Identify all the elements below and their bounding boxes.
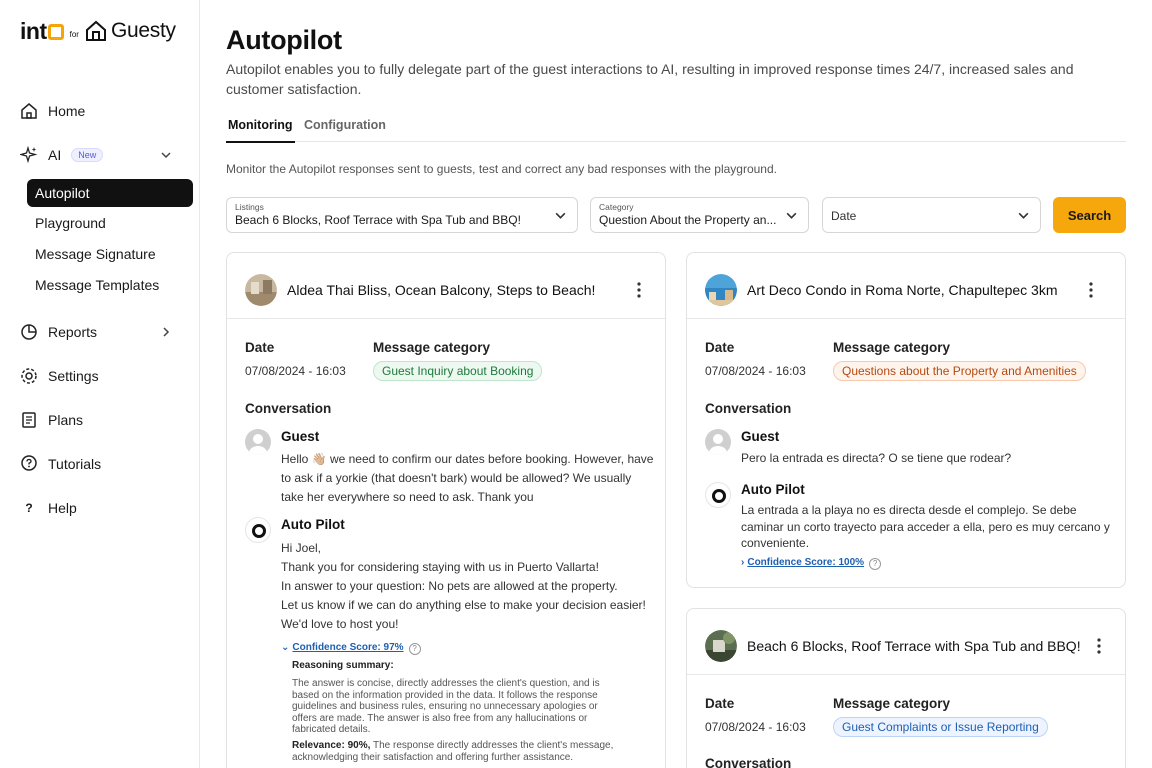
message-category-label: Message category xyxy=(373,340,491,355)
sidebar-item-autopilot[interactable]: Autopilot xyxy=(27,179,193,207)
category-badge: Guest Inquiry about Booking xyxy=(373,361,543,381)
more-options-icon[interactable] xyxy=(1089,282,1093,298)
chevron-down-icon xyxy=(786,212,797,219)
gear-icon xyxy=(21,368,37,384)
date-value: 07/08/2024 - 16:03 xyxy=(705,364,806,378)
more-options-icon[interactable] xyxy=(1097,638,1101,654)
sparkles-icon xyxy=(20,146,38,164)
nav-help[interactable]: ? Help xyxy=(20,496,76,520)
confidence-score-toggle[interactable]: › Confidence Score: 100%? xyxy=(741,557,882,570)
guest-message: Hello 👋🏼 we need to confirm our dates be… xyxy=(281,452,654,504)
nav-ai[interactable]: AI New xyxy=(20,143,104,167)
date-label: Date xyxy=(245,340,275,355)
autopilot-sender: Auto Pilot xyxy=(281,517,345,532)
listing-title[interactable]: Aldea Thai Bliss, Ocean Balcony, Steps t… xyxy=(287,282,595,298)
chevron-down-icon xyxy=(555,212,566,219)
nav-plans[interactable]: Plans xyxy=(20,408,83,432)
conversation-label: Conversation xyxy=(245,401,332,416)
sidebar: int for Guesty Home AI New Autopilot Pla… xyxy=(0,0,200,768)
guesty-house-icon xyxy=(85,20,106,41)
guest-avatar-icon xyxy=(245,429,271,455)
nav-reports[interactable]: Reports xyxy=(20,320,97,344)
conversation-label: Conversation xyxy=(705,401,792,416)
document-icon xyxy=(22,412,36,428)
chevron-right-icon: › xyxy=(741,557,745,568)
category-badge: Questions about the Property and Ameniti… xyxy=(833,361,1086,381)
chevron-down-icon[interactable] xyxy=(160,149,172,161)
category-select[interactable]: Category Question About the Property an.… xyxy=(590,197,809,233)
listing-avatar xyxy=(705,274,737,306)
sidebar-item-message-templates[interactable]: Message Templates xyxy=(35,275,159,295)
reasoning-summary: The answer is concise, directly addresse… xyxy=(292,678,600,735)
nav-tutorials[interactable]: Tutorials xyxy=(20,452,101,476)
page-description: Autopilot enables you to fully delegate … xyxy=(226,61,1074,97)
guest-sender: Guest xyxy=(281,429,320,444)
card-header: Aldea Thai Bliss, Ocean Balcony, Steps t… xyxy=(227,253,665,319)
nav-home[interactable]: Home xyxy=(20,99,85,123)
reasoning-title: Reasoning summary: xyxy=(292,660,394,671)
autopilot-message: Hi Joel, Thank you for considering stayi… xyxy=(281,541,646,631)
conversation-card: Aldea Thai Bliss, Ocean Balcony, Steps t… xyxy=(226,252,666,768)
guest-avatar-icon xyxy=(705,429,731,455)
date-select[interactable]: Date xyxy=(822,197,1041,233)
date-label: Date xyxy=(705,340,735,355)
message-category-label: Message category xyxy=(833,696,951,711)
tab-configuration[interactable]: Configuration xyxy=(304,118,386,142)
listing-avatar xyxy=(245,274,277,306)
help-circle-icon[interactable]: ? xyxy=(869,558,882,570)
conversation-card: Beach 6 Blocks, Roof Terrace with Spa Tu… xyxy=(686,608,1126,768)
autopilot-message: La entrada a la playa no es directa desd… xyxy=(741,503,1110,550)
autopilot-sender: Auto Pilot xyxy=(741,482,805,497)
relevance-summary: Relevance: 90%, The response directly ad… xyxy=(292,740,614,763)
sidebar-item-playground[interactable]: Playground xyxy=(35,213,106,233)
more-options-icon[interactable] xyxy=(637,282,641,298)
tab-bar: Monitoring Configuration xyxy=(226,108,1126,143)
chevron-down-icon: ⌄ xyxy=(281,642,290,653)
date-value: 07/08/2024 - 16:03 xyxy=(245,364,346,378)
into-logo-mark xyxy=(47,23,64,40)
help-icon: ? xyxy=(25,501,33,515)
card-header: Art Deco Condo in Roma Norte, Chapultepe… xyxy=(687,253,1125,319)
nav-settings[interactable]: Settings xyxy=(20,364,99,388)
brand-logo[interactable]: int for Guesty xyxy=(20,18,176,44)
question-bubble-icon xyxy=(21,455,37,471)
guest-sender: Guest xyxy=(741,429,780,444)
chevron-down-icon xyxy=(1018,212,1029,219)
new-badge: New xyxy=(71,148,104,162)
search-button[interactable]: Search xyxy=(1053,197,1126,233)
autopilot-icon xyxy=(245,517,271,543)
date-value: 07/08/2024 - 16:03 xyxy=(705,720,806,734)
help-circle-icon[interactable]: ? xyxy=(408,643,421,655)
listings-select[interactable]: Listings Beach 6 Blocks, Roof Terrace wi… xyxy=(226,197,578,233)
conversation-label: Conversation xyxy=(705,756,792,768)
listing-avatar xyxy=(705,630,737,662)
listing-title[interactable]: Art Deco Condo in Roma Norte, Chapultepe… xyxy=(747,282,1057,298)
page-title: Autopilot xyxy=(226,25,342,55)
listing-title[interactable]: Beach 6 Blocks, Roof Terrace with Spa Tu… xyxy=(747,638,1081,654)
category-badge: Guest Complaints or Issue Reporting xyxy=(833,717,1048,737)
message-category-label: Message category xyxy=(833,340,951,355)
sidebar-item-message-signature[interactable]: Message Signature xyxy=(35,244,156,264)
pie-chart-icon xyxy=(21,324,37,340)
home-icon xyxy=(21,103,37,119)
autopilot-icon xyxy=(705,482,731,508)
tab-monitoring[interactable]: Monitoring xyxy=(226,118,295,143)
guest-message: Pero la entrada es directa? O se tiene q… xyxy=(741,451,1012,465)
date-label: Date xyxy=(705,696,735,711)
conversation-card: Art Deco Condo in Roma Norte, Chapultepe… xyxy=(686,252,1126,588)
chevron-right-icon[interactable] xyxy=(160,326,172,338)
card-header: Beach 6 Blocks, Roof Terrace with Spa Tu… xyxy=(687,609,1125,675)
confidence-score-toggle[interactable]: ⌄ Confidence Score: 97%? xyxy=(281,642,421,655)
monitoring-description: Monitor the Autopilot responses sent to … xyxy=(226,162,777,176)
